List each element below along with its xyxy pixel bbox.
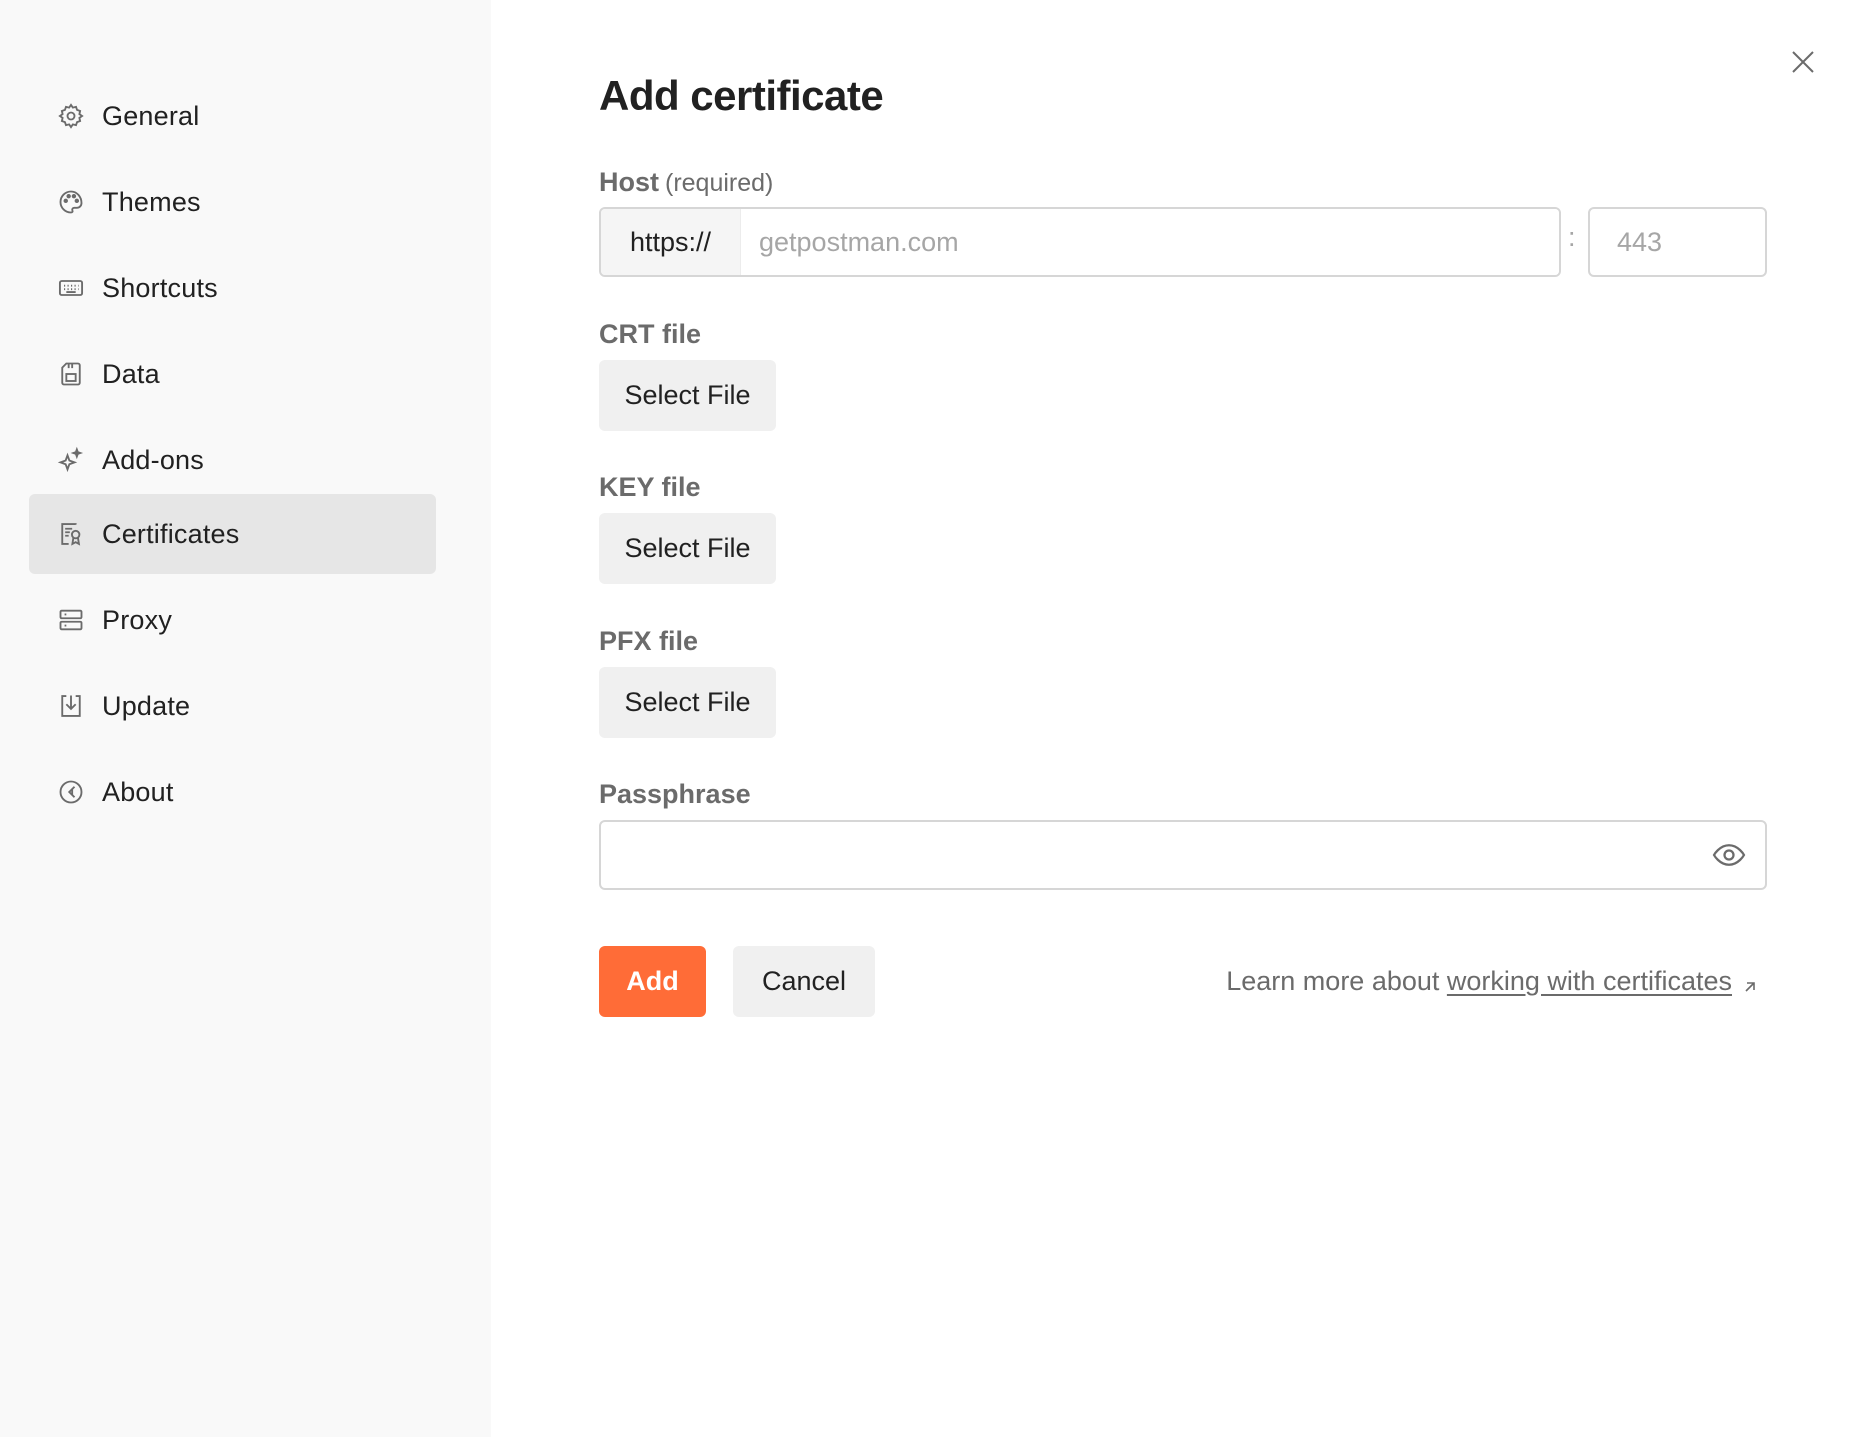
sidebar-item-shortcuts[interactable]: Shortcuts bbox=[29, 248, 436, 328]
host-input[interactable] bbox=[741, 209, 1559, 275]
gear-icon bbox=[57, 102, 85, 130]
sidebar-item-general[interactable]: General bbox=[29, 76, 436, 156]
external-link-icon bbox=[1740, 973, 1760, 993]
settings-sidebar: General Themes Shortcuts Data Add-ons Ce… bbox=[0, 0, 491, 1437]
pfx-file-label: PFX file bbox=[599, 626, 699, 656]
sidebar-item-label: Themes bbox=[102, 186, 201, 217]
learn-more-prefix: Learn more about bbox=[1226, 966, 1447, 996]
eye-icon bbox=[1712, 844, 1746, 866]
sidebar-item-update[interactable]: Update bbox=[29, 666, 436, 746]
port-separator: : bbox=[1568, 222, 1576, 252]
close-icon bbox=[1792, 51, 1814, 73]
settings-window: General Themes Shortcuts Data Add-ons Ce… bbox=[0, 0, 1852, 1437]
passphrase-input[interactable] bbox=[601, 822, 1709, 888]
sidebar-item-proxy[interactable]: Proxy bbox=[29, 580, 436, 660]
server-icon bbox=[57, 606, 85, 634]
data-file-icon bbox=[57, 360, 85, 388]
page-title: Add certificate bbox=[599, 72, 884, 119]
passphrase-input-group bbox=[599, 820, 1767, 890]
sidebar-item-label: About bbox=[102, 776, 174, 807]
keyboard-icon bbox=[57, 274, 85, 302]
crt-select-file-button[interactable]: Select File bbox=[599, 360, 776, 431]
sidebar-item-label: Data bbox=[102, 358, 160, 389]
host-label-text: Host bbox=[599, 167, 659, 197]
sidebar-item-label: Certificates bbox=[102, 518, 240, 549]
sidebar-item-themes[interactable]: Themes bbox=[29, 162, 436, 242]
about-icon bbox=[57, 778, 85, 806]
host-label: Host (required) bbox=[599, 167, 773, 198]
sidebar-item-label: Shortcuts bbox=[102, 272, 218, 303]
port-input[interactable] bbox=[1588, 207, 1767, 277]
palette-icon bbox=[57, 188, 85, 216]
sidebar-item-data[interactable]: Data bbox=[29, 334, 436, 414]
sidebar-item-label: Add-ons bbox=[102, 444, 204, 475]
download-icon bbox=[57, 692, 85, 720]
key-select-file-button[interactable]: Select File bbox=[599, 513, 776, 584]
certificate-icon bbox=[57, 520, 85, 548]
host-input-group: https:// bbox=[599, 207, 1561, 277]
key-file-label: KEY file bbox=[599, 472, 701, 502]
sidebar-item-certificates[interactable]: Certificates bbox=[29, 494, 436, 574]
learn-more-text: Learn more about working with certificat… bbox=[1226, 966, 1760, 997]
pfx-select-file-button[interactable]: Select File bbox=[599, 667, 776, 738]
crt-file-label: CRT file bbox=[599, 319, 702, 349]
sidebar-item-label: General bbox=[102, 100, 200, 131]
required-hint: (required) bbox=[665, 169, 774, 197]
show-password-toggle[interactable] bbox=[1709, 835, 1749, 875]
sparkle-icon bbox=[57, 446, 85, 474]
sidebar-item-add-ons[interactable]: Add-ons bbox=[29, 420, 436, 500]
add-button[interactable]: Add bbox=[599, 946, 706, 1017]
protocol-prefix: https:// bbox=[601, 209, 741, 275]
sidebar-item-label: Proxy bbox=[102, 604, 173, 635]
cancel-button[interactable]: Cancel bbox=[733, 946, 875, 1017]
sidebar-item-about[interactable]: About bbox=[29, 752, 436, 832]
close-button[interactable] bbox=[1787, 46, 1819, 78]
certificates-docs-link[interactable]: working with certificates bbox=[1447, 966, 1732, 996]
passphrase-label: Passphrase bbox=[599, 779, 751, 809]
sidebar-item-label: Update bbox=[102, 690, 191, 721]
